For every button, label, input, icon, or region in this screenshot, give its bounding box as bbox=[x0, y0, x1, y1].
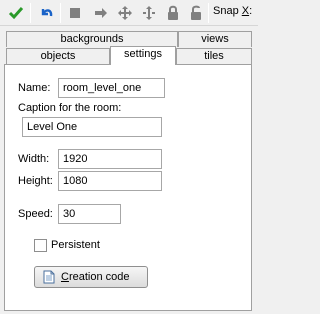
snap-x-label: Snap X: bbox=[213, 5, 253, 17]
toolbar-separator bbox=[60, 3, 61, 23]
persistent-label: Persistent bbox=[51, 239, 100, 251]
shift-button[interactable] bbox=[91, 3, 111, 23]
ok-button[interactable] bbox=[6, 3, 26, 23]
tab-tiles[interactable]: tiles bbox=[176, 48, 252, 64]
lock-button[interactable] bbox=[163, 3, 183, 23]
width-label: Width: bbox=[18, 153, 50, 165]
move-all-icon bbox=[118, 6, 132, 20]
room-name-input[interactable]: room_level_one bbox=[58, 78, 165, 98]
tab-objects-label: objects bbox=[40, 50, 76, 62]
tab-views-label: views bbox=[201, 33, 229, 45]
creation-code-button[interactable]: Creation code bbox=[34, 266, 148, 288]
lock-icon bbox=[168, 5, 178, 20]
room-toolbar: Snap X: bbox=[0, 0, 258, 26]
unlock-button[interactable] bbox=[186, 3, 206, 23]
room-speed-input[interactable]: 30 bbox=[58, 204, 121, 224]
tab-backgrounds-label: backgrounds bbox=[60, 33, 124, 45]
room-width-input[interactable]: 1920 bbox=[58, 149, 162, 169]
creation-code-label: Creation code bbox=[61, 271, 130, 283]
tab-views[interactable]: views bbox=[178, 31, 252, 47]
room-height-input[interactable]: 1080 bbox=[58, 171, 162, 191]
move-vertical-icon bbox=[143, 6, 155, 20]
unlock-icon bbox=[191, 5, 201, 20]
undo-button[interactable] bbox=[36, 3, 56, 23]
tab-tiles-label: tiles bbox=[204, 50, 224, 62]
move-vertical-button[interactable] bbox=[139, 3, 159, 23]
persistent-checkbox[interactable] bbox=[34, 239, 47, 252]
tab-objects[interactable]: objects bbox=[6, 48, 110, 64]
ok-checkmark-icon bbox=[8, 7, 24, 20]
shift-icon bbox=[95, 8, 107, 18]
toolbar-separator bbox=[208, 3, 209, 23]
tab-backgrounds[interactable]: backgrounds bbox=[6, 31, 178, 47]
name-label: Name: bbox=[18, 82, 51, 94]
room-caption-input[interactable]: Level One bbox=[22, 117, 162, 137]
move-all-button[interactable] bbox=[115, 3, 135, 23]
delete-icon bbox=[70, 8, 80, 18]
caption-label: Caption for the room: bbox=[18, 102, 122, 114]
undo-icon bbox=[41, 9, 53, 17]
document-icon bbox=[43, 270, 55, 284]
toolbar-separator bbox=[30, 3, 31, 23]
delete-button[interactable] bbox=[65, 3, 85, 23]
tab-settings-label: settings bbox=[124, 48, 162, 60]
tab-settings[interactable]: settings bbox=[110, 46, 176, 65]
speed-label: Speed: bbox=[18, 208, 53, 220]
height-label: Height: bbox=[18, 175, 53, 187]
settings-panel: Name: room_level_one Caption for the roo… bbox=[4, 64, 252, 311]
